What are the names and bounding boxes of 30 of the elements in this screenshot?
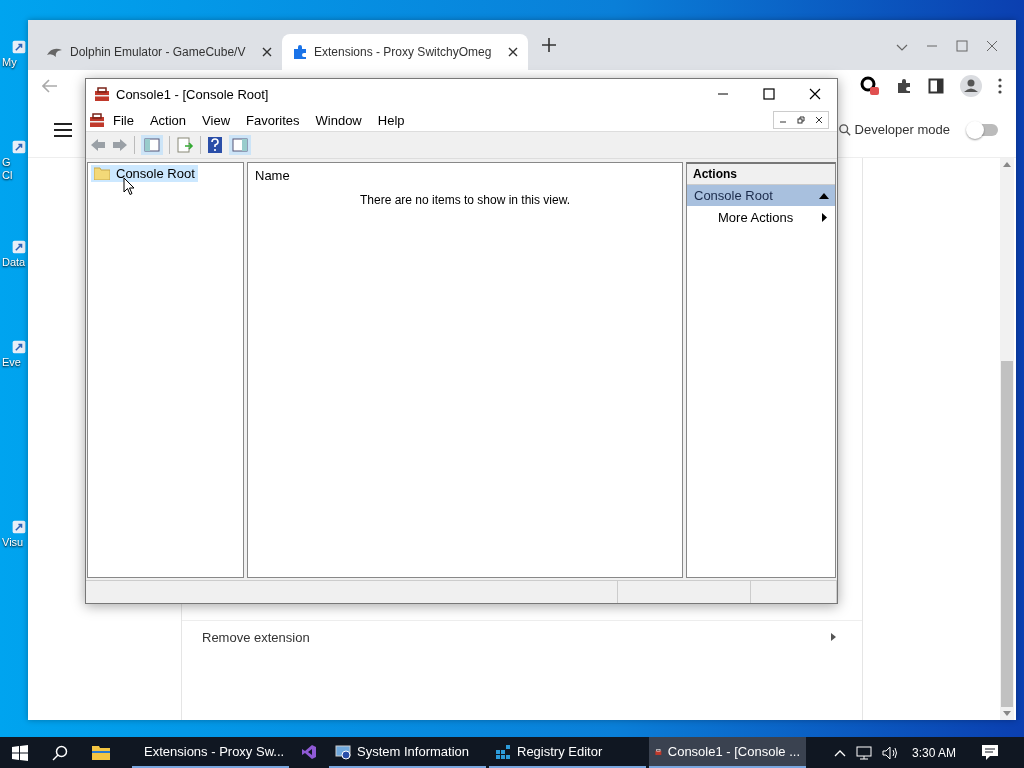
window-title: Console1 - [Console Root] — [116, 86, 269, 102]
menu-item[interactable]: Window — [315, 112, 362, 128]
menu-item[interactable]: Action — [149, 112, 187, 128]
desktop-icon-label: My — [2, 56, 17, 69]
tree-item[interactable]: Console Root — [91, 165, 198, 182]
desktop-icon-label: G — [2, 156, 11, 169]
desktop-icon-label: Data — [2, 256, 26, 269]
desktop-icon-label: Visu — [2, 536, 24, 549]
action-item[interactable]: More Actions — [687, 206, 835, 229]
browser-tab[interactable]: Dolphin Emulator - GameCube/V — [36, 34, 282, 70]
tab-title: Extensions - Proxy SwitchyOmeg — [314, 45, 493, 59]
tab-title: Dolphin Emulator - GameCube/V — [70, 45, 247, 59]
actions-header: Actions — [687, 164, 835, 185]
menu-item[interactable]: Help — [377, 112, 405, 128]
desktop-icon-label: Eve — [2, 356, 21, 369]
developer-mode-label: Developer mode — [854, 122, 950, 137]
menu-item[interactable]: File — [113, 112, 134, 128]
taskbar-button[interactable]: Extensions - Proxy Sw... — [132, 737, 289, 768]
clock[interactable]: 3:30 AM — [911, 745, 956, 760]
action-group-header[interactable]: Console Root — [687, 185, 835, 206]
menu-item[interactable]: Favorites — [246, 112, 300, 128]
menu-item[interactable]: View — [202, 112, 231, 128]
taskbar-button[interactable]: System Information — [329, 737, 486, 768]
taskbar-button[interactable]: Console1 - [Console ... — [649, 737, 806, 768]
browser-tab[interactable]: Extensions - Proxy SwitchyOmeg — [282, 34, 528, 70]
remove-extension-row[interactable]: Remove extension — [182, 620, 862, 653]
column-header[interactable]: Name — [248, 167, 455, 183]
desktop-icon-label: Cl — [2, 169, 13, 182]
taskbar-button[interactable]: Registry Editor — [489, 737, 646, 768]
empty-message: There are no items to show in this view. — [359, 193, 571, 207]
